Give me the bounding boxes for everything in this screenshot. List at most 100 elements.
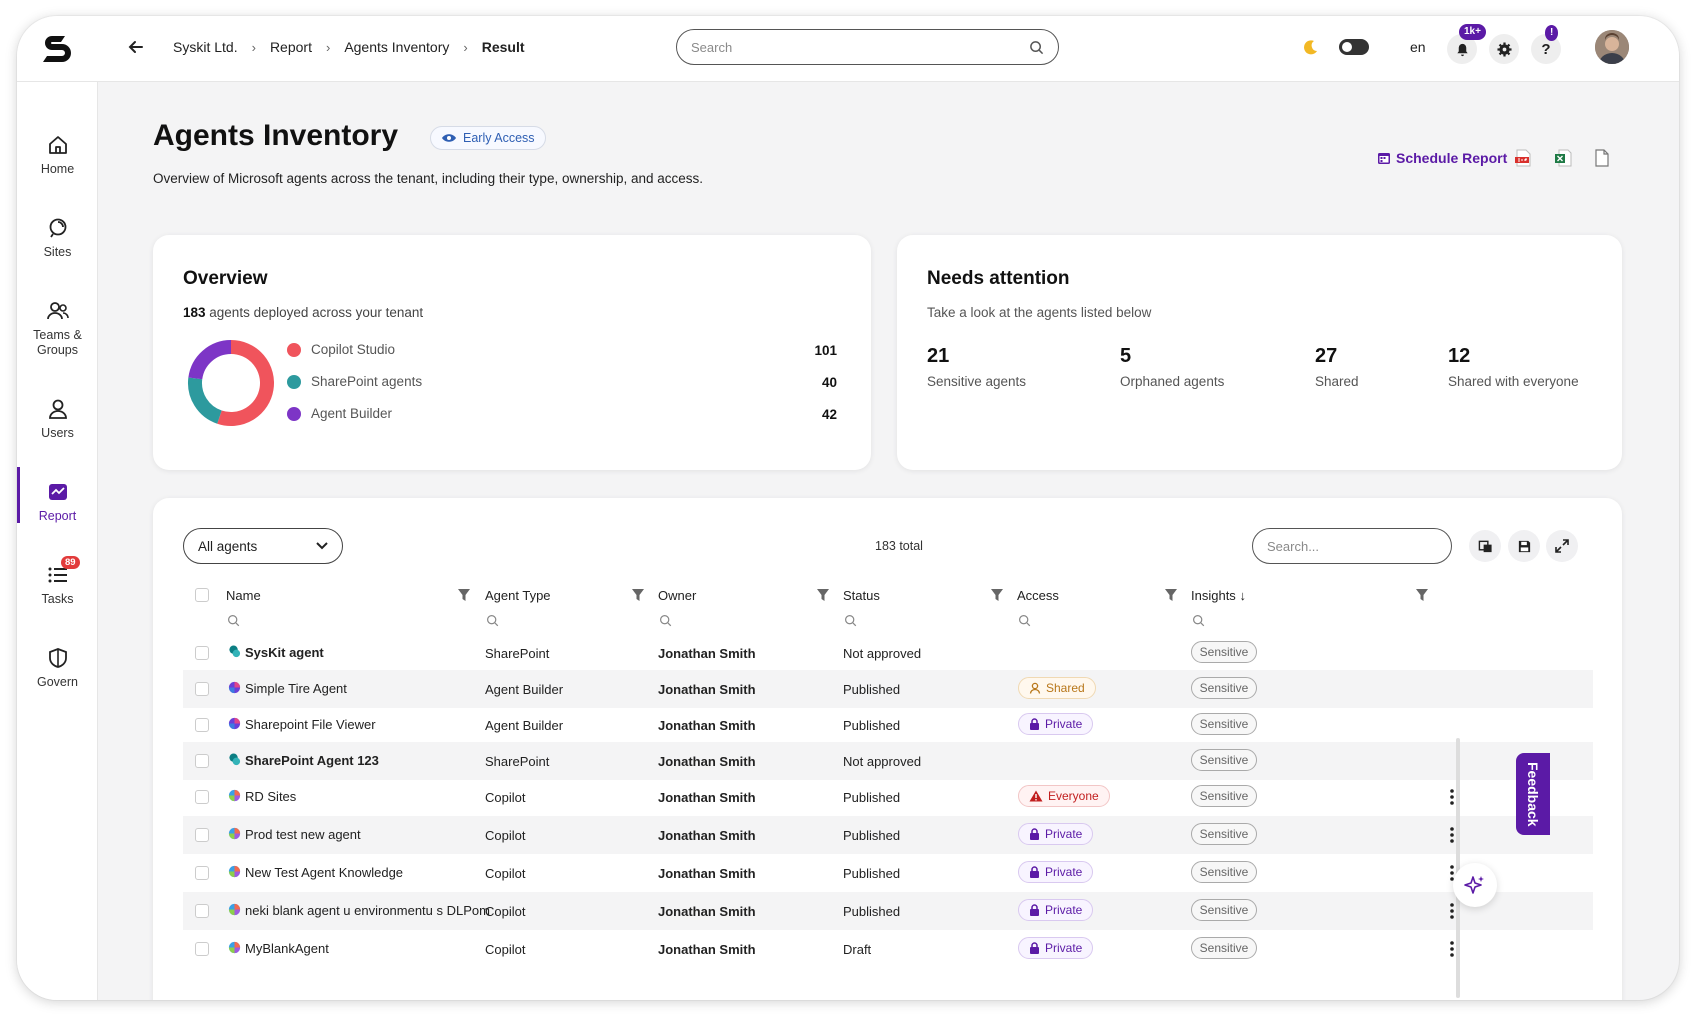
back-arrow-icon[interactable] (125, 36, 147, 58)
search-icon[interactable] (1029, 40, 1044, 55)
filter-icon[interactable] (631, 588, 645, 602)
stat-value: 21 (927, 345, 950, 367)
ai-assistant-button[interactable] (1453, 863, 1497, 907)
select-all-checkbox[interactable] (195, 588, 209, 602)
column-header-status[interactable]: Status (843, 588, 880, 603)
sidebar-item-sites[interactable]: Sites (17, 217, 98, 259)
agent-name[interactable]: Prod test new agent (245, 827, 361, 842)
export-excel-icon[interactable] (1554, 149, 1572, 167)
row-checkbox[interactable] (195, 646, 209, 660)
stat-shared-with-everyone[interactable]: 12 Shared with everyone (1448, 345, 1579, 389)
dark-mode-toggle[interactable] (1339, 39, 1369, 55)
row-menu-icon[interactable] (1449, 788, 1455, 806)
insight-label: Sensitive (1199, 717, 1249, 731)
table-search-input[interactable] (1267, 538, 1443, 554)
stat-shared[interactable]: 27 Shared (1315, 345, 1359, 389)
agent-name[interactable]: RD Sites (245, 789, 296, 804)
agent-name[interactable]: neki blank agent u environmentu s DLPom (245, 903, 490, 918)
help-button[interactable]: ? ! (1531, 25, 1561, 64)
access-label: Private (1045, 903, 1083, 917)
chevron-right-icon: › (463, 39, 468, 55)
column-search-icon[interactable] (486, 614, 499, 627)
column-search-icon[interactable] (227, 614, 240, 627)
sidebar-item-report[interactable]: Report (17, 467, 98, 523)
breadcrumb-item-agents-inventory[interactable]: Agents Inventory (344, 39, 449, 55)
agent-name[interactable]: Simple Tire Agent (245, 681, 347, 696)
table-row[interactable]: Prod test new agent Copilot Jonathan Smith… (183, 816, 1593, 854)
agent-filter-select[interactable]: All agents (183, 528, 343, 564)
agent-name[interactable]: SharePoint Agent 123 (245, 753, 379, 768)
column-header-name[interactable]: Name (226, 588, 261, 603)
column-search-icon[interactable] (1018, 614, 1031, 627)
sidebar-item-label: Sites (43, 245, 72, 259)
row-checkbox[interactable] (195, 942, 209, 956)
breadcrumb-item-tenant[interactable]: Syskit Ltd. (173, 39, 238, 55)
filter-icon[interactable] (1164, 588, 1178, 602)
filter-icon[interactable] (457, 588, 471, 602)
table-row[interactable]: neki blank agent u environmentu s DLPom C… (183, 892, 1593, 930)
copilot-agent-icon (228, 865, 241, 878)
sidebar-item-label: Govern (37, 675, 78, 689)
column-search-icon[interactable] (1192, 614, 1205, 627)
stat-orphaned-agents[interactable]: 5 Orphaned agents (1120, 345, 1224, 389)
row-checkbox[interactable] (195, 790, 209, 804)
table-row[interactable]: Simple Tire Agent Agent Builder Jonathan S… (183, 670, 1593, 708)
row-checkbox[interactable] (195, 866, 209, 880)
language-selector[interactable]: en (1410, 39, 1426, 55)
schedule-report-button[interactable]: Schedule Report (1377, 150, 1507, 166)
row-menu-icon[interactable] (1449, 940, 1455, 958)
column-search-icon[interactable] (659, 614, 672, 627)
table-row[interactable]: Sharepoint File Viewer Agent Builder Jonat… (183, 706, 1593, 744)
column-header-insights[interactable]: Insights ↓ (1191, 588, 1246, 603)
row-menu-icon[interactable] (1449, 902, 1455, 920)
expand-button[interactable] (1546, 530, 1578, 562)
sidebar-item-users[interactable]: Users (17, 398, 98, 440)
column-header-access[interactable]: Access (1017, 588, 1059, 603)
row-checkbox[interactable] (195, 754, 209, 768)
table-row[interactable]: SharePoint Agent 123 SharePoint Jonathan S… (183, 742, 1593, 780)
sidebar-item-govern[interactable]: Govern (17, 647, 98, 689)
row-checkbox[interactable] (195, 718, 209, 732)
export-file-icon[interactable] (1593, 149, 1611, 167)
agent-name[interactable]: SysKit agent (245, 645, 324, 660)
sidebar-item-teams-groups[interactable]: Teams & Groups (17, 300, 98, 358)
row-checkbox[interactable] (195, 828, 209, 842)
agent-name[interactable]: MyBlankAgent (245, 941, 329, 956)
syskit-logo-icon[interactable] (39, 30, 75, 66)
filter-icon[interactable] (1415, 588, 1429, 602)
sidebar-item-home[interactable]: Home (17, 134, 98, 176)
lock-icon (1030, 942, 1039, 954)
filter-icon[interactable] (990, 588, 1004, 602)
table-row[interactable]: New Test Agent Knowledge Copilot Jonathan … (183, 854, 1593, 892)
agent-owner: Jonathan Smith (658, 904, 756, 919)
table-row[interactable]: MyBlankAgent Copilot Jonathan Smith Draft Pr… (183, 930, 1593, 968)
column-search-icon[interactable] (844, 614, 857, 627)
breadcrumb-item-report[interactable]: Report (270, 39, 312, 55)
filter-icon[interactable] (816, 588, 830, 602)
agent-status: Not approved (843, 646, 922, 661)
stat-sensitive-agents[interactable]: 21 Sensitive agents (927, 345, 1026, 389)
row-checkbox[interactable] (195, 682, 209, 696)
global-search-input[interactable] (691, 39, 1029, 55)
notifications-button[interactable]: 1k+ (1447, 24, 1486, 64)
feedback-tab[interactable]: Feedback (1516, 753, 1550, 835)
expand-icon (1555, 539, 1569, 553)
legend-dot (287, 406, 301, 421)
agent-type: SharePoint (485, 646, 550, 661)
sidebar-item-tasks[interactable]: 89 Tasks (17, 556, 98, 606)
total-count: 183 total (875, 539, 923, 553)
agent-name[interactable]: New Test Agent Knowledge (245, 865, 403, 880)
agent-name[interactable]: Sharepoint File Viewer (245, 717, 376, 732)
column-header-owner[interactable]: Owner (658, 588, 696, 603)
row-checkbox[interactable] (195, 904, 209, 918)
moon-icon (1304, 40, 1317, 55)
user-avatar[interactable] (1595, 30, 1629, 64)
export-pdf-icon[interactable] (1514, 149, 1532, 167)
save-view-button[interactable] (1508, 530, 1540, 562)
table-row[interactable]: RD Sites Copilot Jonathan Smith Published Ev… (183, 778, 1593, 816)
column-settings-button[interactable] (1469, 530, 1501, 562)
settings-button[interactable] (1489, 34, 1519, 64)
column-header-agent-type[interactable]: Agent Type (485, 588, 551, 603)
table-row[interactable]: SysKit agent SharePoint Jonathan Smith Not … (183, 634, 1593, 672)
row-menu-icon[interactable] (1449, 826, 1455, 844)
